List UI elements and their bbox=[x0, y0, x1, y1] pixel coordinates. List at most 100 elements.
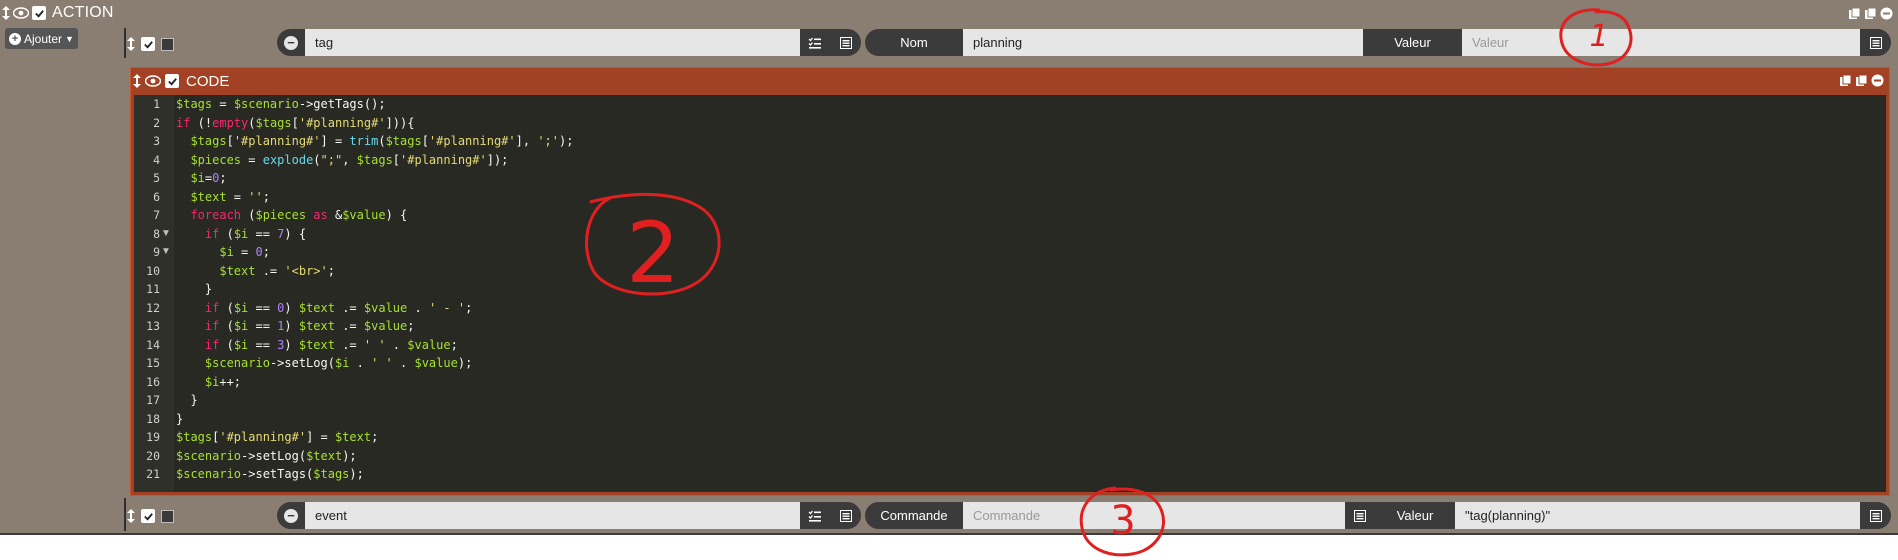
remove-icon[interactable] bbox=[1880, 7, 1893, 20]
option-checkbox[interactable] bbox=[161, 37, 174, 51]
value-input[interactable]: Valeur bbox=[1462, 29, 1860, 56]
duplicate-icon[interactable] bbox=[1855, 74, 1868, 87]
list-check-icon bbox=[808, 37, 821, 49]
row-separator bbox=[124, 28, 126, 58]
code-line: $tags['#planning#'] = trim($tags['#plann… bbox=[190, 134, 574, 148]
list-button[interactable] bbox=[830, 502, 861, 529]
line-number: 14 bbox=[146, 337, 160, 352]
code-block: CODE 1 2 3 4 5 6 7 8 9 10 11 12 13 14 15 16 17 18 19 20 21 ▼… bbox=[130, 67, 1890, 496]
duplicate-icon[interactable] bbox=[1864, 7, 1877, 20]
list-icon bbox=[1354, 509, 1366, 522]
add-button-label: Ajouter bbox=[24, 31, 63, 46]
line-number: 9 bbox=[153, 245, 160, 259]
copy-icon[interactable] bbox=[1848, 7, 1861, 20]
list-icon bbox=[1869, 509, 1882, 522]
code-block-actions bbox=[1839, 74, 1884, 87]
action-header: ACTION bbox=[2, 2, 114, 24]
caret-down-icon: ▼ bbox=[65, 33, 74, 44]
drag-handle-icon[interactable] bbox=[127, 509, 135, 523]
list-check-button[interactable] bbox=[800, 502, 830, 529]
drag-handle-icon[interactable] bbox=[2, 6, 10, 20]
drag-handle-icon[interactable] bbox=[133, 74, 141, 88]
code-line: if ($i == 0) $text .= $value . ' - '; bbox=[204, 300, 473, 315]
line-number: 18 bbox=[146, 411, 160, 426]
line-number: 15 bbox=[146, 356, 160, 370]
tags-field-group: − tag bbox=[277, 29, 861, 56]
code-line: $i=0; bbox=[190, 171, 227, 185]
value-input[interactable]: "tag(planning)" bbox=[1455, 502, 1860, 529]
eye-icon[interactable] bbox=[145, 75, 161, 87]
list-icon bbox=[1869, 36, 1882, 49]
line-number: 2 bbox=[153, 115, 160, 130]
event-input[interactable]: event bbox=[305, 502, 800, 529]
code-line: if ($i == 3) $text .= ' ' . $value; bbox=[204, 337, 458, 352]
add-dropdown-button[interactable]: + Ajouter ▼ bbox=[5, 28, 78, 49]
enable-checkbox[interactable] bbox=[32, 6, 46, 20]
name-input[interactable]: planning bbox=[963, 29, 1363, 56]
code-line: $pieces = explode(";", $tags['#planning#… bbox=[190, 152, 509, 167]
minus-icon: − bbox=[284, 508, 298, 523]
line-number: 20 bbox=[146, 448, 160, 463]
value-label: Valeur bbox=[1363, 29, 1462, 56]
tag-name-value-group: Nom planning Valeur Valeur bbox=[865, 29, 1891, 56]
line-number: 3 bbox=[153, 134, 160, 148]
list-icon bbox=[839, 36, 852, 49]
row3-controls bbox=[127, 505, 174, 527]
code-line: $scenario->setLog($text); bbox=[176, 448, 357, 463]
list-button[interactable] bbox=[1860, 502, 1891, 529]
name-label: Nom bbox=[865, 29, 963, 56]
code-line: $tags = $scenario->getTags(); bbox=[176, 97, 386, 111]
enable-checkbox[interactable] bbox=[165, 74, 179, 88]
eye-icon[interactable] bbox=[13, 7, 29, 19]
code-editor[interactable]: 1 2 3 4 5 6 7 8 9 10 11 12 13 14 15 16 17 18 19 20 21 ▼ ▼ $t… bbox=[134, 95, 1886, 492]
line-number: 17 bbox=[146, 393, 160, 407]
code-line: } bbox=[176, 393, 198, 407]
scenario-editor: ACTION + Ajouter ▼ − tag Nom planning Va… bbox=[0, 0, 1898, 560]
command-value-group: Commande Commande Valeur "tag(planning)" bbox=[865, 502, 1891, 529]
line-number: 16 bbox=[146, 374, 160, 389]
list-button[interactable] bbox=[830, 29, 861, 56]
fold-arrow-icon[interactable]: ▼ bbox=[161, 225, 171, 244]
row1-controls bbox=[127, 33, 174, 55]
line-number: 8 bbox=[153, 226, 160, 241]
remove-row-button[interactable]: − bbox=[277, 502, 305, 529]
value-label: Valeur bbox=[1375, 502, 1455, 529]
list-check-button[interactable] bbox=[800, 29, 830, 56]
line-number: 4 bbox=[153, 152, 160, 167]
enable-checkbox[interactable] bbox=[141, 509, 155, 523]
code-line: } bbox=[176, 282, 213, 296]
block-actions bbox=[1848, 7, 1893, 20]
code-line: } bbox=[176, 411, 184, 426]
list-button[interactable] bbox=[1860, 29, 1891, 56]
remove-row-button[interactable]: − bbox=[277, 29, 305, 56]
line-number: 19 bbox=[146, 430, 160, 444]
line-number: 12 bbox=[146, 300, 160, 315]
code-line: $text = ''; bbox=[190, 189, 270, 204]
copy-icon[interactable] bbox=[1839, 74, 1852, 87]
row-separator bbox=[124, 498, 126, 531]
code-line: foreach ($pieces as &$value) { bbox=[190, 208, 408, 222]
list-check-icon bbox=[808, 510, 821, 522]
remove-icon[interactable] bbox=[1871, 74, 1884, 87]
plus-icon: + bbox=[9, 32, 21, 45]
code-line: $tags['#planning#'] = $text; bbox=[176, 430, 379, 444]
code-title: CODE bbox=[186, 72, 230, 90]
fold-arrow-icon[interactable]: ▼ bbox=[161, 243, 171, 262]
line-number: 7 bbox=[153, 208, 160, 222]
option-checkbox[interactable] bbox=[161, 509, 174, 523]
line-number: 6 bbox=[153, 189, 160, 204]
block-title: ACTION bbox=[52, 4, 114, 21]
drag-handle-icon[interactable] bbox=[127, 37, 135, 51]
code-line: if (!empty($tags['#planning#'])){ bbox=[176, 115, 415, 130]
command-list-button[interactable] bbox=[1345, 502, 1375, 529]
code-line: $scenario->setTags($tags); bbox=[176, 467, 364, 481]
command-input[interactable]: Commande bbox=[963, 502, 1345, 529]
line-number: 5 bbox=[153, 171, 160, 185]
code-line: if ($i == 7) { bbox=[204, 226, 307, 241]
divider bbox=[0, 533, 1898, 535]
enable-checkbox[interactable] bbox=[141, 37, 155, 51]
line-number: 1 bbox=[153, 97, 160, 111]
line-number: 21 bbox=[146, 467, 160, 481]
code-line: $text .= '<br>'; bbox=[219, 263, 335, 278]
tags-input[interactable]: tag bbox=[305, 29, 800, 56]
